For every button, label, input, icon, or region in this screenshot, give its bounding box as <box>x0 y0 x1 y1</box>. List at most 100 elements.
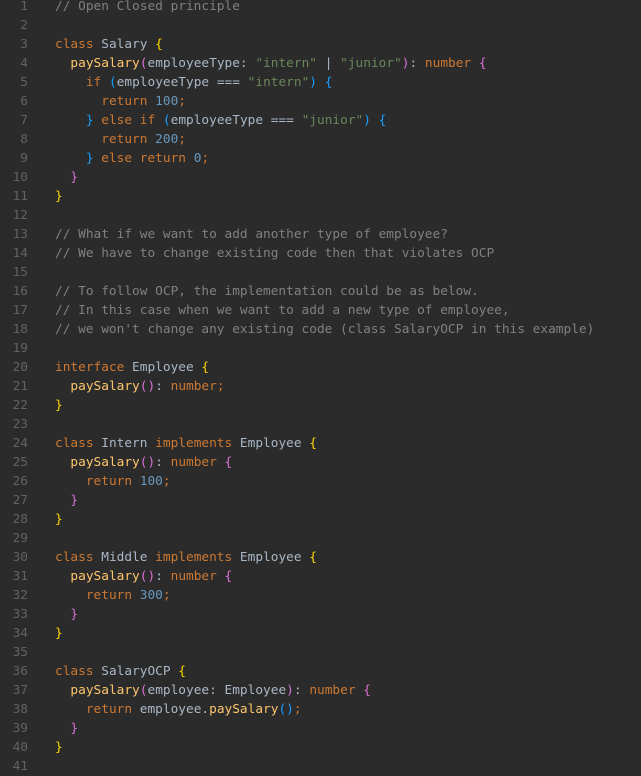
code-line[interactable]: } else return 0; <box>55 149 641 168</box>
code-line[interactable] <box>55 263 641 282</box>
code-line[interactable]: // we won't change any existing code (cl… <box>55 320 641 339</box>
code-line[interactable] <box>55 415 641 434</box>
line-number: 39 <box>12 721 28 736</box>
code-line[interactable]: return 300; <box>55 586 641 605</box>
code-line[interactable]: return 100; <box>55 472 641 491</box>
code-line[interactable]: // What if we want to add another type o… <box>55 225 641 244</box>
code-token: } <box>55 740 63 755</box>
line-number: 7 <box>20 113 28 128</box>
code-token: ) <box>363 113 371 128</box>
code-line[interactable]: } <box>55 187 641 206</box>
code-line[interactable] <box>55 16 641 35</box>
code-area[interactable]: // Open Closed principle class Salary { p… <box>45 0 641 762</box>
code-token: else if <box>93 113 163 128</box>
code-token: : <box>409 56 425 71</box>
code-token: Employee <box>239 436 310 451</box>
code-line[interactable]: interface Employee { <box>55 358 641 377</box>
code-token: ; <box>162 588 171 603</box>
code-token: } <box>70 170 79 185</box>
line-number: 1 <box>20 0 28 14</box>
code-line[interactable]: } <box>55 168 641 187</box>
code-line[interactable]: class SalaryOCP { <box>55 662 641 681</box>
code-line[interactable]: } <box>55 719 641 738</box>
code-line[interactable]: if (employeeType === "intern") { <box>55 73 641 92</box>
code-token: return <box>85 474 140 489</box>
code-token: 100 <box>155 94 179 109</box>
code-token: { <box>478 56 487 71</box>
code-line[interactable] <box>55 757 641 776</box>
code-line[interactable]: return employee.paySalary(); <box>55 700 641 719</box>
code-line[interactable]: } <box>55 624 641 643</box>
line-number: 36 <box>12 664 28 679</box>
code-token: 200 <box>155 132 179 147</box>
code-line[interactable]: paySalary(employee: Employee): number { <box>55 681 641 700</box>
line-number: 32 <box>12 588 28 603</box>
code-token: return <box>101 132 156 147</box>
code-token: { <box>324 75 333 90</box>
line-number: 4 <box>20 56 28 71</box>
code-line[interactable]: paySalary(): number { <box>55 567 641 586</box>
code-token: Employee <box>239 550 310 565</box>
line-number: 12 <box>12 208 28 223</box>
code-token: "junior" <box>340 56 402 71</box>
line-number: 18 <box>12 322 28 337</box>
code-line[interactable]: paySalary(): number { <box>55 453 641 472</box>
code-line[interactable]: // Open Closed principle <box>55 0 641 16</box>
code-line[interactable] <box>55 529 641 548</box>
line-number: 19 <box>12 341 28 356</box>
code-line[interactable]: // We have to change existing code then … <box>55 244 641 263</box>
code-line[interactable] <box>55 206 641 225</box>
code-token: ( <box>108 75 117 90</box>
code-token: () <box>278 702 294 717</box>
code-line[interactable]: class Salary { <box>55 35 641 54</box>
line-number: 35 <box>12 645 28 660</box>
code-line[interactable] <box>55 339 641 358</box>
code-line[interactable]: // To follow OCP, the implementation cou… <box>55 282 641 301</box>
code-token: : <box>155 379 171 394</box>
code-line[interactable]: } <box>55 396 641 415</box>
code-line[interactable] <box>55 643 641 662</box>
code-line[interactable]: class Middle implements Employee { <box>55 548 641 567</box>
code-token: paySalary <box>209 702 279 717</box>
code-line[interactable]: class Intern implements Employee { <box>55 434 641 453</box>
code-line[interactable]: paySalary(employeeType: "intern" | "juni… <box>55 54 641 73</box>
line-number: 8 <box>20 132 28 147</box>
line-number: 15 <box>12 265 28 280</box>
code-token: } <box>55 398 63 413</box>
code-line[interactable]: return 200; <box>55 130 641 149</box>
code-token: paySalary <box>70 379 140 394</box>
code-token: // To follow OCP, the implementation cou… <box>55 284 479 299</box>
code-token: Salary <box>101 37 156 52</box>
code-line[interactable]: } <box>55 510 641 529</box>
code-editor[interactable]: 1 2 3 4 5 6 7 8 9 10 11 12 13 14 15 16 17 18 19 20 21 22 23 24 2… <box>0 0 641 774</box>
code-line[interactable]: } <box>55 491 641 510</box>
line-number: 5 <box>20 75 28 90</box>
line-number: 21 <box>12 379 28 394</box>
code-token: : <box>293 683 310 698</box>
line-number: 29 <box>12 531 28 546</box>
code-line[interactable]: } else if (employeeType === "junior") { <box>55 111 641 130</box>
code-token: ; <box>293 702 302 717</box>
code-line[interactable]: paySalary(): number; <box>55 377 641 396</box>
line-number: 22 <box>12 398 28 413</box>
code-token: ) <box>286 683 294 698</box>
line-number: 13 <box>12 227 28 242</box>
line-number: 9 <box>20 151 28 166</box>
code-line[interactable]: } <box>55 605 641 624</box>
code-token: () <box>139 455 156 470</box>
code-line[interactable]: // In this case when we want to add a ne… <box>55 301 641 320</box>
code-token: } <box>85 151 94 166</box>
code-line[interactable]: } <box>55 738 641 757</box>
code-token: employeeType: <box>147 56 256 71</box>
code-line[interactable]: return 100; <box>55 92 641 111</box>
code-token: paySalary <box>70 455 140 470</box>
